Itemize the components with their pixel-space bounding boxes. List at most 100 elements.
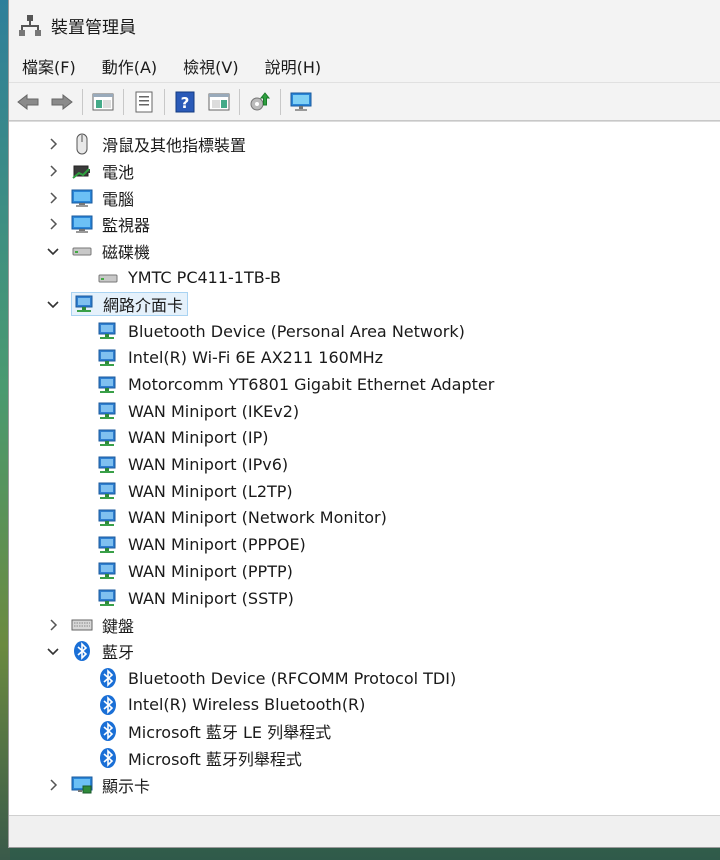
device-item[interactable]: Bluetooth Device (Personal Area Network) bbox=[9, 318, 720, 345]
device-label: Microsoft 藍牙列舉程式 bbox=[128, 750, 302, 770]
chevron-down-icon[interactable] bbox=[45, 296, 61, 312]
keyboard-icon bbox=[71, 614, 93, 636]
category-keyboards[interactable]: 鍵盤 bbox=[9, 611, 720, 638]
device-label: WAN Miniport (PPPOE) bbox=[128, 535, 306, 555]
device-label: YMTC PC411-1TB-B bbox=[128, 268, 281, 288]
bluetooth-icon bbox=[97, 667, 119, 689]
back-icon[interactable] bbox=[14, 88, 42, 116]
chevron-right-icon[interactable] bbox=[45, 190, 61, 206]
toolbar-separator bbox=[164, 88, 165, 115]
category-label: 網路介面卡 bbox=[103, 296, 184, 316]
menu-help[interactable]: 說明(H) bbox=[256, 50, 331, 82]
computer-icon bbox=[71, 187, 93, 209]
bluetooth-icon bbox=[97, 694, 119, 716]
category-label: 滑鼠及其他指標裝置 bbox=[102, 136, 247, 156]
window-title: 裝置管理員 bbox=[51, 17, 136, 38]
category-network-adapters[interactable]: 網路介面卡 bbox=[9, 291, 720, 318]
show-action-pane-icon[interactable] bbox=[205, 88, 233, 116]
category-batteries[interactable]: 電池 bbox=[9, 158, 720, 185]
device-label: WAN Miniport (IPv6) bbox=[128, 455, 289, 475]
device-item[interactable]: WAN Miniport (IKEv2) bbox=[9, 398, 720, 425]
disk-drive-icon bbox=[97, 267, 119, 289]
category-label: 監視器 bbox=[102, 216, 151, 236]
svg-text:?: ? bbox=[181, 94, 190, 112]
device-item[interactable]: Intel(R) Wireless Bluetooth(R) bbox=[9, 691, 720, 718]
category-disk-drives[interactable]: 磁碟機 bbox=[9, 238, 720, 265]
selected-highlight: 網路介面卡 bbox=[71, 292, 189, 317]
device-tree: 滑鼠及其他指標裝置 電池 電腦 監視器 磁碟機 YMTC PC411-1TB-B… bbox=[9, 121, 720, 816]
update-driver-icon[interactable] bbox=[246, 88, 274, 116]
device-label: Microsoft 藍牙 LE 列舉程式 bbox=[128, 723, 332, 743]
category-monitors[interactable]: 監視器 bbox=[9, 211, 720, 238]
device-item[interactable]: WAN Miniport (IPv6) bbox=[9, 451, 720, 478]
device-label: WAN Miniport (L2TP) bbox=[128, 481, 293, 501]
scan-hardware-changes-icon[interactable] bbox=[287, 88, 315, 116]
device-item[interactable]: WAN Miniport (PPTP) bbox=[9, 558, 720, 585]
toolbar-separator bbox=[82, 88, 83, 115]
device-label: WAN Miniport (SSTP) bbox=[128, 588, 294, 608]
category-mice[interactable]: 滑鼠及其他指標裝置 bbox=[9, 131, 720, 158]
network-adapter-icon bbox=[97, 480, 119, 502]
category-label: 顯示卡 bbox=[102, 776, 151, 796]
device-item[interactable]: YMTC PC411-1TB-B bbox=[9, 264, 720, 291]
category-bluetooth[interactable]: 藍牙 bbox=[9, 638, 720, 665]
device-label: Bluetooth Device (RFCOMM Protocol TDI) bbox=[128, 668, 457, 688]
battery-icon bbox=[71, 160, 93, 182]
category-computer[interactable]: 電腦 bbox=[9, 184, 720, 211]
device-item[interactable]: Microsoft 藍牙 LE 列舉程式 bbox=[9, 718, 720, 745]
device-item[interactable]: Intel(R) Wi-Fi 6E AX211 160MHz bbox=[9, 345, 720, 372]
toolbar: ? bbox=[9, 83, 720, 121]
properties-icon[interactable] bbox=[130, 88, 158, 116]
device-item[interactable]: WAN Miniport (Network Monitor) bbox=[9, 505, 720, 532]
toolbar-separator bbox=[123, 88, 124, 115]
forward-icon[interactable] bbox=[48, 88, 76, 116]
category-label: 鍵盤 bbox=[102, 616, 135, 636]
device-item[interactable]: WAN Miniport (SSTP) bbox=[9, 585, 720, 612]
device-item[interactable]: Microsoft 藍牙列舉程式 bbox=[9, 745, 720, 772]
device-label: WAN Miniport (PPTP) bbox=[128, 561, 293, 581]
title-bar[interactable]: 裝置管理員 bbox=[9, 0, 720, 50]
device-manager-window: 裝置管理員 檔案(F) 動作(A) 檢視(V) 說明(H) ? 滑鼠及其他指標裝… bbox=[8, 0, 720, 848]
chevron-right-icon[interactable] bbox=[45, 163, 61, 179]
category-label: 藍牙 bbox=[102, 643, 135, 663]
chevron-down-icon[interactable] bbox=[45, 243, 61, 259]
chevron-right-icon[interactable] bbox=[45, 216, 61, 232]
toolbar-separator bbox=[280, 88, 281, 115]
network-adapter-icon bbox=[97, 560, 119, 582]
category-label: 電腦 bbox=[102, 189, 135, 209]
device-label: Intel(R) Wi-Fi 6E AX211 160MHz bbox=[128, 348, 384, 368]
monitor-icon bbox=[71, 213, 93, 235]
device-item[interactable]: Motorcomm YT6801 Gigabit Ethernet Adapte… bbox=[9, 371, 720, 398]
network-adapter-icon bbox=[74, 293, 96, 315]
bluetooth-icon bbox=[71, 640, 93, 662]
device-item[interactable]: WAN Miniport (PPPOE) bbox=[9, 531, 720, 558]
device-label: Bluetooth Device (Personal Area Network) bbox=[128, 321, 465, 341]
menu-view[interactable]: 檢視(V) bbox=[174, 50, 247, 82]
toolbar-separator bbox=[239, 88, 240, 115]
device-item[interactable]: WAN Miniport (L2TP) bbox=[9, 478, 720, 505]
network-adapter-icon bbox=[97, 320, 119, 342]
device-label: Motorcomm YT6801 Gigabit Ethernet Adapte… bbox=[128, 375, 495, 395]
device-manager-app-icon bbox=[19, 14, 41, 36]
network-adapter-icon bbox=[97, 507, 119, 529]
chevron-right-icon[interactable] bbox=[45, 136, 61, 152]
network-adapter-icon bbox=[97, 454, 119, 476]
show-hide-console-tree-icon[interactable] bbox=[89, 88, 117, 116]
bluetooth-icon bbox=[97, 747, 119, 769]
disk-drive-icon bbox=[71, 240, 93, 262]
device-label: WAN Miniport (Network Monitor) bbox=[128, 508, 387, 528]
chevron-right-icon[interactable] bbox=[45, 777, 61, 793]
menu-file[interactable]: 檔案(F) bbox=[13, 50, 85, 82]
device-item[interactable]: WAN Miniport (IP) bbox=[9, 425, 720, 452]
network-adapter-icon bbox=[97, 374, 119, 396]
help-icon[interactable]: ? bbox=[171, 88, 199, 116]
network-adapter-icon bbox=[97, 534, 119, 556]
display-adapter-icon bbox=[71, 774, 93, 796]
device-label: WAN Miniport (IP) bbox=[128, 428, 269, 448]
network-adapter-icon bbox=[97, 587, 119, 609]
category-display-adapters[interactable]: 顯示卡 bbox=[9, 772, 720, 799]
chevron-right-icon[interactable] bbox=[45, 617, 61, 633]
chevron-down-icon[interactable] bbox=[45, 643, 61, 659]
menu-action[interactable]: 動作(A) bbox=[93, 50, 166, 82]
device-item[interactable]: Bluetooth Device (RFCOMM Protocol TDI) bbox=[9, 665, 720, 692]
